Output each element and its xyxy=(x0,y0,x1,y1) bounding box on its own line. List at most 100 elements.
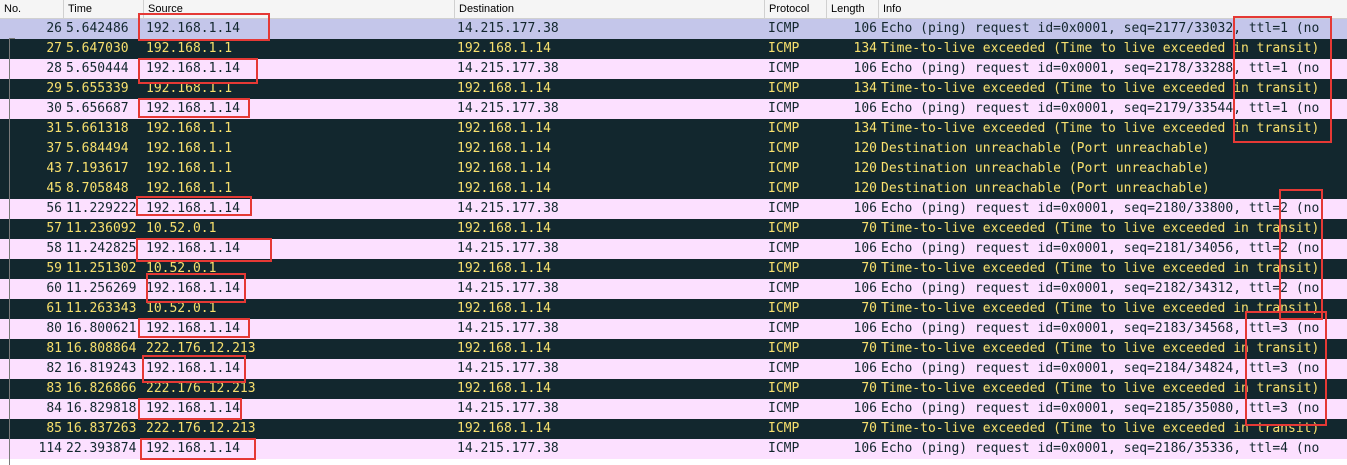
packet-time: 11.251302 xyxy=(66,261,137,276)
packet-protocol: ICMP xyxy=(768,361,800,376)
packet-time: 5.647030 xyxy=(66,41,129,56)
packet-protocol: ICMP xyxy=(768,221,800,236)
column-header-protocol[interactable]: Protocol xyxy=(765,0,827,18)
packet-source: 192.168.1.1 xyxy=(146,181,233,196)
packet-length: 106 xyxy=(853,401,877,416)
packet-length: 106 xyxy=(853,21,877,36)
column-header-destination[interactable]: Destination xyxy=(455,0,765,18)
packet-destination: 14.215.177.38 xyxy=(457,441,559,456)
packet-row[interactable]: 85 16.837263 222.176.12.213 192.168.1.14 ICM… xyxy=(0,419,1347,439)
packet-destination: 192.168.1.14 xyxy=(457,261,551,276)
packet-length: 134 xyxy=(853,121,877,136)
packet-row[interactable]: 80 16.800621 192.168.1.14 14.215.177.38 ICMP… xyxy=(0,319,1347,339)
packet-row[interactable]: 114 22.393874 192.168.1.14 14.215.177.38 ICM… xyxy=(0,439,1347,459)
packet-time: 5.642486 xyxy=(66,21,129,36)
packet-info: Echo (ping) request id=0x0001, seq=2185/… xyxy=(881,401,1320,416)
packet-time: 5.656687 xyxy=(66,101,129,116)
packet-protocol: ICMP xyxy=(768,241,800,256)
column-header-source[interactable]: Source xyxy=(144,0,455,18)
packet-row[interactable]: 81 16.808864 222.176.12.213 192.168.1.14 ICM… xyxy=(0,339,1347,359)
packet-length: 70 xyxy=(861,381,877,396)
packet-time: 11.256269 xyxy=(66,281,137,296)
column-header-no[interactable]: No. xyxy=(0,0,64,18)
packet-time: 22.393874 xyxy=(66,441,137,456)
packet-protocol: ICMP xyxy=(768,101,800,116)
packet-row[interactable]: 57 11.236092 10.52.0.1 192.168.1.14 ICMP 70 Ti… xyxy=(0,219,1347,239)
packet-protocol: ICMP xyxy=(768,301,800,316)
packet-destination: 192.168.1.14 xyxy=(457,81,551,96)
packet-row[interactable]: 28 5.650444 192.168.1.14 14.215.177.38 ICMP 1… xyxy=(0,59,1347,79)
packet-destination: 192.168.1.14 xyxy=(457,161,551,176)
packet-length: 106 xyxy=(853,201,877,216)
packet-info: Destination unreachable (Port unreachabl… xyxy=(881,161,1210,176)
packet-time: 11.263343 xyxy=(66,301,137,316)
packet-info: Time-to-live exceeded (Time to live exce… xyxy=(881,41,1320,56)
packet-time: 8.705848 xyxy=(66,181,129,196)
packet-source: 10.52.0.1 xyxy=(146,221,217,236)
packet-time: 5.661318 xyxy=(66,121,129,136)
packet-source: 222.176.12.213 xyxy=(146,421,256,436)
packet-row[interactable]: 84 16.829818 192.168.1.14 14.215.177.38 ICMP… xyxy=(0,399,1347,419)
packet-row[interactable]: 45 8.705848 192.168.1.1 192.168.1.14 ICMP 120… xyxy=(0,179,1347,199)
packet-destination: 192.168.1.14 xyxy=(457,421,551,436)
packet-time: 5.650444 xyxy=(66,61,129,76)
packet-destination: 14.215.177.38 xyxy=(457,321,559,336)
packet-row[interactable]: 37 5.684494 192.168.1.1 192.168.1.14 ICMP 120… xyxy=(0,139,1347,159)
packet-info: Destination unreachable (Port unreachabl… xyxy=(881,181,1210,196)
packet-destination: 14.215.177.38 xyxy=(457,61,559,76)
packet-row[interactable]: 60 11.256269 192.168.1.14 14.215.177.38 ICMP… xyxy=(0,279,1347,299)
packet-destination: 192.168.1.14 xyxy=(457,301,551,316)
packet-row[interactable]: 56 11.229222 192.168.1.14 14.215.177.38 ICMP… xyxy=(0,199,1347,219)
packet-length: 106 xyxy=(853,441,877,456)
packet-length: 134 xyxy=(853,81,877,96)
packet-info: Time-to-live exceeded (Time to live exce… xyxy=(881,341,1320,356)
packet-row[interactable]: 43 7.193617 192.168.1.1 192.168.1.14 ICMP 120… xyxy=(0,159,1347,179)
packet-info: Echo (ping) request id=0x0001, seq=2184/… xyxy=(881,361,1320,376)
packet-row[interactable]: 58 11.242825 192.168.1.14 14.215.177.38 ICMP… xyxy=(0,239,1347,259)
packet-protocol: ICMP xyxy=(768,341,800,356)
packet-protocol: ICMP xyxy=(768,421,800,436)
packet-row[interactable]: 30 5.656687 192.168.1.14 14.215.177.38 ICMP 1… xyxy=(0,99,1347,119)
packet-length: 70 xyxy=(861,301,877,316)
column-header-length[interactable]: Length xyxy=(827,0,879,18)
packet-info: Time-to-live exceeded (Time to live exce… xyxy=(881,221,1320,236)
packet-row[interactable]: 83 16.826866 222.176.12.213 192.168.1.14 ICM… xyxy=(0,379,1347,399)
packet-destination: 192.168.1.14 xyxy=(457,341,551,356)
packet-length: 106 xyxy=(853,281,877,296)
packet-row[interactable]: 61 11.263343 10.52.0.1 192.168.1.14 ICMP 70 Ti… xyxy=(0,299,1347,319)
packet-destination: 192.168.1.14 xyxy=(457,121,551,136)
column-header-info[interactable]: Info xyxy=(879,0,1347,18)
column-header-time[interactable]: Time xyxy=(64,0,144,18)
packet-length: 70 xyxy=(861,221,877,236)
conversation-bracket-tick xyxy=(9,38,15,39)
packet-row[interactable]: 59 11.251302 10.52.0.1 192.168.1.14 ICMP 70 Ti… xyxy=(0,259,1347,279)
packet-source: 192.168.1.1 xyxy=(146,81,233,96)
packet-protocol: ICMP xyxy=(768,381,800,396)
packet-source: 192.168.1.14 xyxy=(146,401,240,416)
packet-time: 11.236092 xyxy=(66,221,137,236)
packet-time: 5.655339 xyxy=(66,81,129,96)
packet-source: 192.168.1.14 xyxy=(146,441,240,456)
packet-info: Time-to-live exceeded (Time to live exce… xyxy=(881,421,1320,436)
packet-destination: 14.215.177.38 xyxy=(457,241,559,256)
packet-info: Echo (ping) request id=0x0001, seq=2177/… xyxy=(881,21,1320,36)
conversation-bracket-line xyxy=(9,38,10,465)
packet-source: 192.168.1.1 xyxy=(146,161,233,176)
packet-source: 192.168.1.14 xyxy=(146,281,240,296)
packet-row[interactable]: 31 5.661318 192.168.1.1 192.168.1.14 ICMP 134… xyxy=(0,119,1347,139)
packet-row[interactable]: 26 5.642486 192.168.1.14 14.215.177.38 ICMP 1… xyxy=(0,19,1347,39)
packet-row[interactable]: 82 16.819243 192.168.1.14 14.215.177.38 ICMP… xyxy=(0,359,1347,379)
packet-source: 192.168.1.14 xyxy=(146,61,240,76)
packet-row[interactable]: 27 5.647030 192.168.1.1 192.168.1.14 ICMP 134… xyxy=(0,39,1347,59)
packet-length: 120 xyxy=(853,161,877,176)
packet-row[interactable]: 29 5.655339 192.168.1.1 192.168.1.14 ICMP 134… xyxy=(0,79,1347,99)
packet-protocol: ICMP xyxy=(768,61,800,76)
packet-destination: 192.168.1.14 xyxy=(457,221,551,236)
packet-time: 16.837263 xyxy=(66,421,137,436)
packet-length: 70 xyxy=(861,421,877,436)
packet-length: 70 xyxy=(861,341,877,356)
packet-destination: 192.168.1.14 xyxy=(457,141,551,156)
packet-time: 11.242825 xyxy=(66,241,137,256)
packet-destination: 14.215.177.38 xyxy=(457,361,559,376)
packet-protocol: ICMP xyxy=(768,281,800,296)
